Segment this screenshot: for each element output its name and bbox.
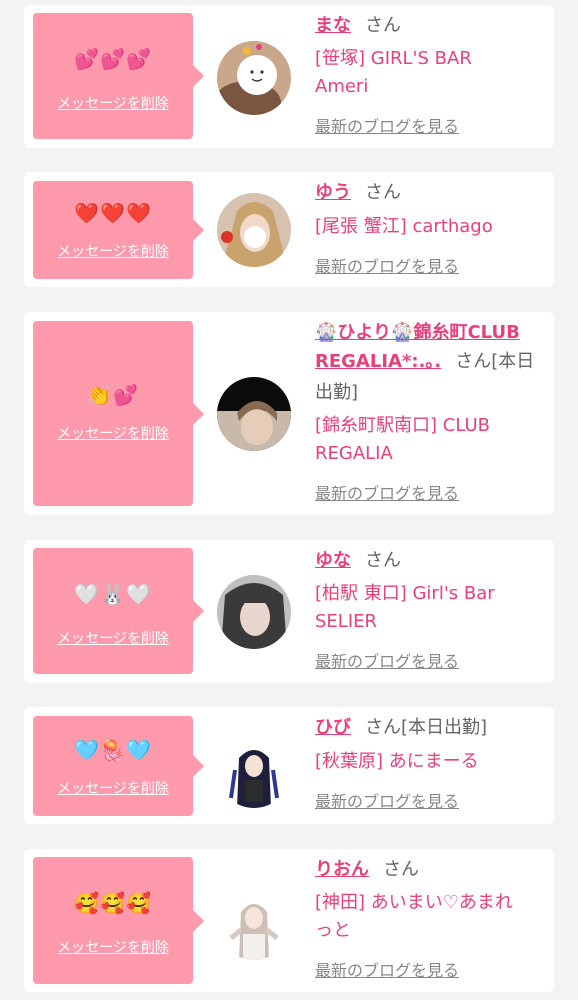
status-note: [本日 xyxy=(491,351,535,372)
message-bubble: ❤️❤️❤️ メッセージを削除 xyxy=(33,181,204,279)
honorific: さん xyxy=(365,182,401,203)
store-line: [尾張 蟹江] carthago xyxy=(315,216,493,237)
sender-name-link[interactable]: まな xyxy=(315,15,351,36)
message-info: 🎡ひより🎡錦糸町CLUB REGALIA*:.｡. さん[本日 出勤] [錦糸町駅… xyxy=(315,322,547,512)
honorific: さん xyxy=(383,859,419,880)
message-info: まな さん [笹塚] GIRL'S BAR Ameri 最新のブログを見る xyxy=(315,15,547,140)
message-emojis: 🥰🥰🥰 xyxy=(74,891,152,915)
message-bubble: 🥰🥰🥰 メッセージを削除 xyxy=(33,857,204,984)
sender-name-link[interactable]: ゆう xyxy=(315,182,351,203)
status-note: [本日出勤] xyxy=(401,717,488,738)
message-emojis: 🤍🐰🤍 xyxy=(74,582,152,606)
store-line: [笹塚] GIRL'S BAR xyxy=(315,48,472,69)
avatar-image xyxy=(217,575,291,649)
store-line: [錦糸町駅南口] CLUB xyxy=(315,415,490,436)
message-card: 💕💕💕 メッセージを削除 まな さん [笹塚] GIRL'S BAR Ameri … xyxy=(24,5,554,148)
store-line: [秋葉原] あにまーる xyxy=(315,751,479,772)
avatar[interactable] xyxy=(217,734,291,808)
avatar-image xyxy=(217,734,291,808)
message-bubble: 💕💕💕 メッセージを削除 xyxy=(33,13,204,139)
delete-message-link[interactable]: メッセージを削除 xyxy=(33,628,193,648)
avatar-image xyxy=(217,377,291,451)
avatar[interactable] xyxy=(217,193,291,267)
delete-message-link[interactable]: メッセージを削除 xyxy=(33,937,193,957)
message-emojis: 🩵🪼🩵 xyxy=(74,738,152,762)
honorific: さん xyxy=(365,15,401,36)
sender-name-link[interactable]: ひび xyxy=(315,717,351,738)
avatar[interactable] xyxy=(217,575,291,649)
latest-blog-link[interactable]: 最新のブログを見る xyxy=(315,116,459,138)
avatar[interactable] xyxy=(217,41,291,115)
status-note: 出勤] xyxy=(315,382,359,403)
honorific: さん xyxy=(455,351,492,372)
message-bubble: 👏💕 メッセージを削除 xyxy=(33,321,204,506)
sender-name-link[interactable]: りおん xyxy=(315,859,369,880)
avatar-image xyxy=(217,193,291,267)
delete-message-link[interactable]: メッセージを削除 xyxy=(33,241,193,261)
avatar[interactable] xyxy=(217,886,291,960)
store-line: っと xyxy=(315,920,351,941)
message-info: ゆう さん [尾張 蟹江] carthago 最新のブログを見る xyxy=(315,182,547,282)
honorific: さん xyxy=(365,550,401,571)
delete-message-link[interactable]: メッセージを削除 xyxy=(33,93,193,113)
delete-message-link[interactable]: メッセージを削除 xyxy=(33,778,193,798)
message-card: 🩵🪼🩵 メッセージを削除 ひび さん[本日出勤] [秋葉原] あにまーる 最新のブ… xyxy=(24,707,554,824)
store-line: [柏駅 東口] Girl's Bar xyxy=(315,583,495,604)
store-line: [神田] あいまい♡あまれ xyxy=(315,892,513,913)
store-line: Ameri xyxy=(315,76,369,97)
message-card: 👏💕 メッセージを削除 🎡ひより🎡錦糸町CLUB REGALIA*:.｡. さん[… xyxy=(24,312,554,515)
message-card: 🤍🐰🤍 メッセージを削除 ゆな さん [柏駅 東口] Girl's Bar SEL… xyxy=(24,540,554,683)
latest-blog-link[interactable]: 最新のブログを見る xyxy=(315,791,459,813)
message-card: 🥰🥰🥰 メッセージを削除 りおん さん [神田] あいまい♡あまれ っと 最新のブ… xyxy=(24,849,554,992)
sender-name-link[interactable]: REGALIA*:.｡. xyxy=(315,351,441,372)
avatar-image xyxy=(217,41,291,115)
message-emojis: 💕💕💕 xyxy=(74,47,152,71)
latest-blog-link[interactable]: 最新のブログを見る xyxy=(315,256,459,278)
message-emojis: ❤️❤️❤️ xyxy=(74,201,152,225)
message-bubble: 🩵🪼🩵 メッセージを削除 xyxy=(33,716,204,816)
store-line: SELIER xyxy=(315,611,378,632)
store-line: REGALIA xyxy=(315,443,393,464)
latest-blog-link[interactable]: 最新のブログを見る xyxy=(315,651,459,673)
message-emojis: 👏💕 xyxy=(87,383,139,407)
sender-name-link[interactable]: ゆな xyxy=(315,550,351,571)
message-info: ひび さん[本日出勤] [秋葉原] あにまーる 最新のブログを見る xyxy=(315,717,547,817)
avatar-image xyxy=(217,886,291,960)
honorific: さん xyxy=(365,717,401,738)
message-info: りおん さん [神田] あいまい♡あまれ っと 最新のブログを見る xyxy=(315,859,547,984)
message-bubble: 🤍🐰🤍 メッセージを削除 xyxy=(33,548,204,674)
avatar[interactable] xyxy=(217,377,291,451)
latest-blog-link[interactable]: 最新のブログを見る xyxy=(315,960,459,982)
message-card: ❤️❤️❤️ メッセージを削除 ゆう さん [尾張 蟹江] carthago 最新… xyxy=(24,172,554,287)
delete-message-link[interactable]: メッセージを削除 xyxy=(33,423,193,443)
message-info: ゆな さん [柏駅 東口] Girl's Bar SELIER 最新のブログを見る xyxy=(315,550,547,675)
latest-blog-link[interactable]: 最新のブログを見る xyxy=(315,483,459,505)
sender-name-link[interactable]: 🎡ひより🎡錦糸町CLUB xyxy=(315,322,520,343)
